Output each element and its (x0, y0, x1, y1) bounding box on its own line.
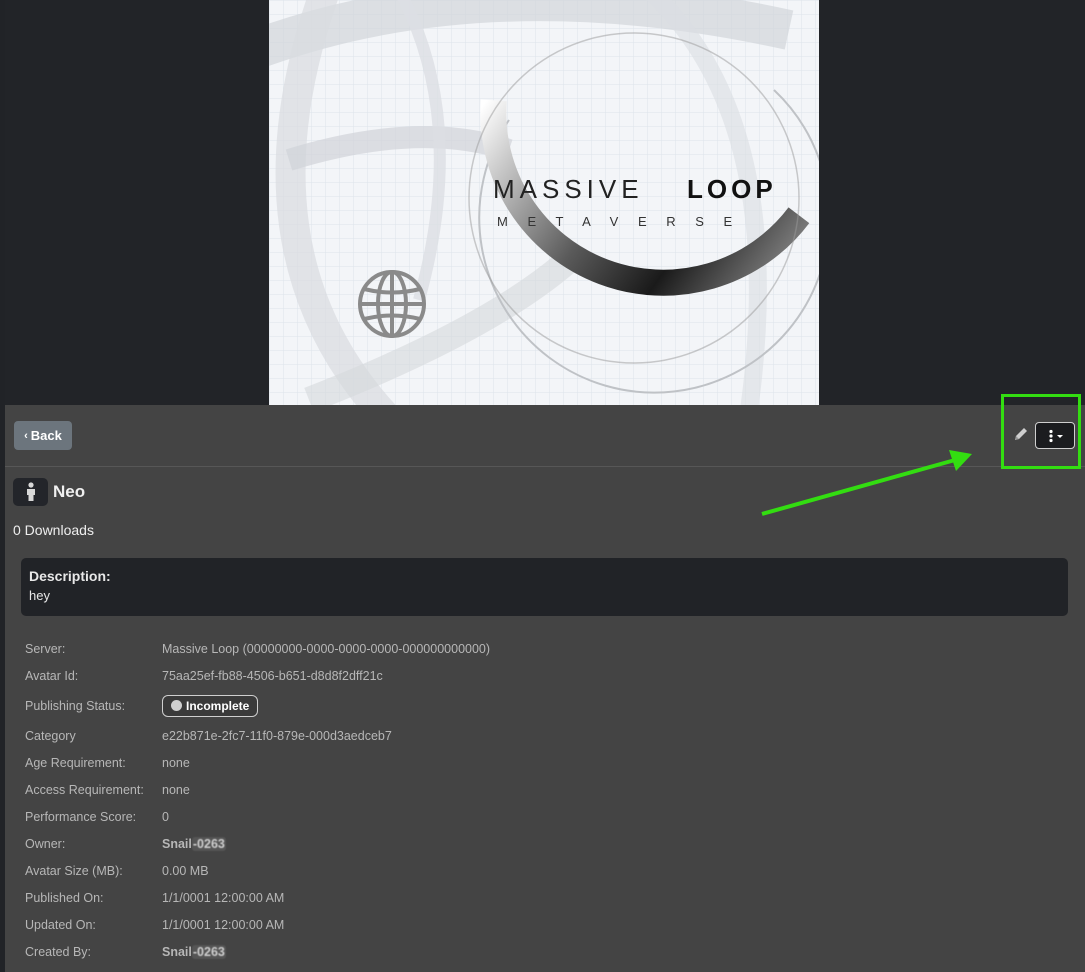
back-label: Back (30, 428, 62, 443)
detail-row: Avatar Size (MB): 0.00 MB (25, 857, 1065, 884)
detail-label: Performance Score: (25, 809, 137, 824)
owner-link[interactable]: Snail-0263 (162, 836, 226, 851)
server-value: Massive Loop (00000000-0000-0000-0000-00… (162, 641, 491, 656)
updated-value: 1/1/0001 12:00:00 AM (162, 917, 285, 932)
detail-label: Published On: (25, 890, 104, 905)
toolbar: ‹ Back (5, 394, 1085, 469)
created-by-suffix: -0263 (191, 944, 226, 959)
created-by-name: Snail (162, 944, 192, 959)
more-options-button[interactable] (1035, 422, 1075, 449)
detail-label: Server: (25, 641, 66, 656)
avatar-id-value: 75aa25ef-fb88-4506-b651-d8d8f2dff21c (162, 668, 383, 683)
published-value: 1/1/0001 12:00:00 AM (162, 890, 285, 905)
description-text: hey (29, 588, 50, 603)
status-text: Incomplete (186, 698, 250, 713)
access-value: none (162, 782, 190, 797)
brand-text: MASSIVE (493, 174, 644, 204)
chevron-left-icon: ‹ (24, 429, 28, 442)
detail-row: Performance Score: 0 (25, 803, 1065, 830)
brand-text-bold: LOOP (687, 174, 777, 204)
detail-label: Created By: (25, 944, 92, 959)
detail-label: Avatar Size (MB): (25, 863, 123, 878)
globe-icon (358, 270, 426, 338)
detail-row: Category e22b871e-2fc7-11f0-879e-000d3ae… (25, 722, 1065, 749)
detail-row: Access Requirement: none (25, 776, 1065, 803)
detail-label: Avatar Id: (25, 668, 79, 683)
detail-row: Avatar Id: 75aa25ef-fb88-4506-b651-d8d8f… (25, 662, 1065, 689)
detail-label: Publishing Status: (25, 698, 126, 713)
back-button[interactable]: ‹ Back (14, 421, 72, 450)
age-value: none (162, 755, 190, 770)
person-icon (13, 478, 48, 506)
detail-row: Publishing Status: Incomplete (25, 689, 1065, 722)
owner-suffix: -0263 (191, 836, 226, 851)
status-dot-icon (171, 700, 182, 711)
status-badge: Incomplete (162, 694, 259, 717)
detail-label: Age Requirement: (25, 755, 126, 770)
details-list: Server: Massive Loop (00000000-0000-0000… (25, 635, 1065, 965)
created-by-link[interactable]: Snail-0263 (162, 944, 226, 959)
detail-label: Access Requirement: (25, 782, 144, 797)
description-label: Description: (29, 568, 111, 584)
avatar-thumbnail: MASSIVE LOOP M E T A V E R S E (269, 0, 819, 405)
detail-row: Updated On: 1/1/0001 12:00:00 AM (25, 911, 1065, 938)
category-value: e22b871e-2fc7-11f0-879e-000d3aedceb7 (162, 728, 392, 743)
downloads-count: 0 Downloads (13, 522, 94, 538)
description-box: Description: hey (21, 558, 1068, 616)
detail-row: Created By: Snail-0263 (25, 938, 1065, 965)
avatar-detail-panel: ‹ Back Neo 0 Downloads Description: hey … (5, 394, 1085, 972)
detail-row: Age Requirement: none (25, 749, 1065, 776)
pencil-icon[interactable] (1012, 425, 1030, 443)
detail-row: Owner: Snail-0263 (25, 830, 1065, 857)
size-value: 0.00 MB (162, 863, 209, 878)
detail-label: Owner: (25, 836, 66, 851)
hero-banner: MASSIVE LOOP M E T A V E R S E (5, 0, 1085, 405)
performance-value: 0 (162, 809, 169, 824)
detail-label: Updated On: (25, 917, 96, 932)
detail-row: Server: Massive Loop (00000000-0000-0000… (25, 635, 1065, 662)
title-row: Neo (13, 477, 85, 507)
detail-label: Category (25, 728, 76, 743)
brand-subtext: M E T A V E R S E (497, 214, 740, 229)
page-title: Neo (53, 482, 86, 501)
kebab-icon (1049, 429, 1063, 442)
detail-row: Published On: 1/1/0001 12:00:00 AM (25, 884, 1065, 911)
owner-name: Snail (162, 836, 192, 851)
